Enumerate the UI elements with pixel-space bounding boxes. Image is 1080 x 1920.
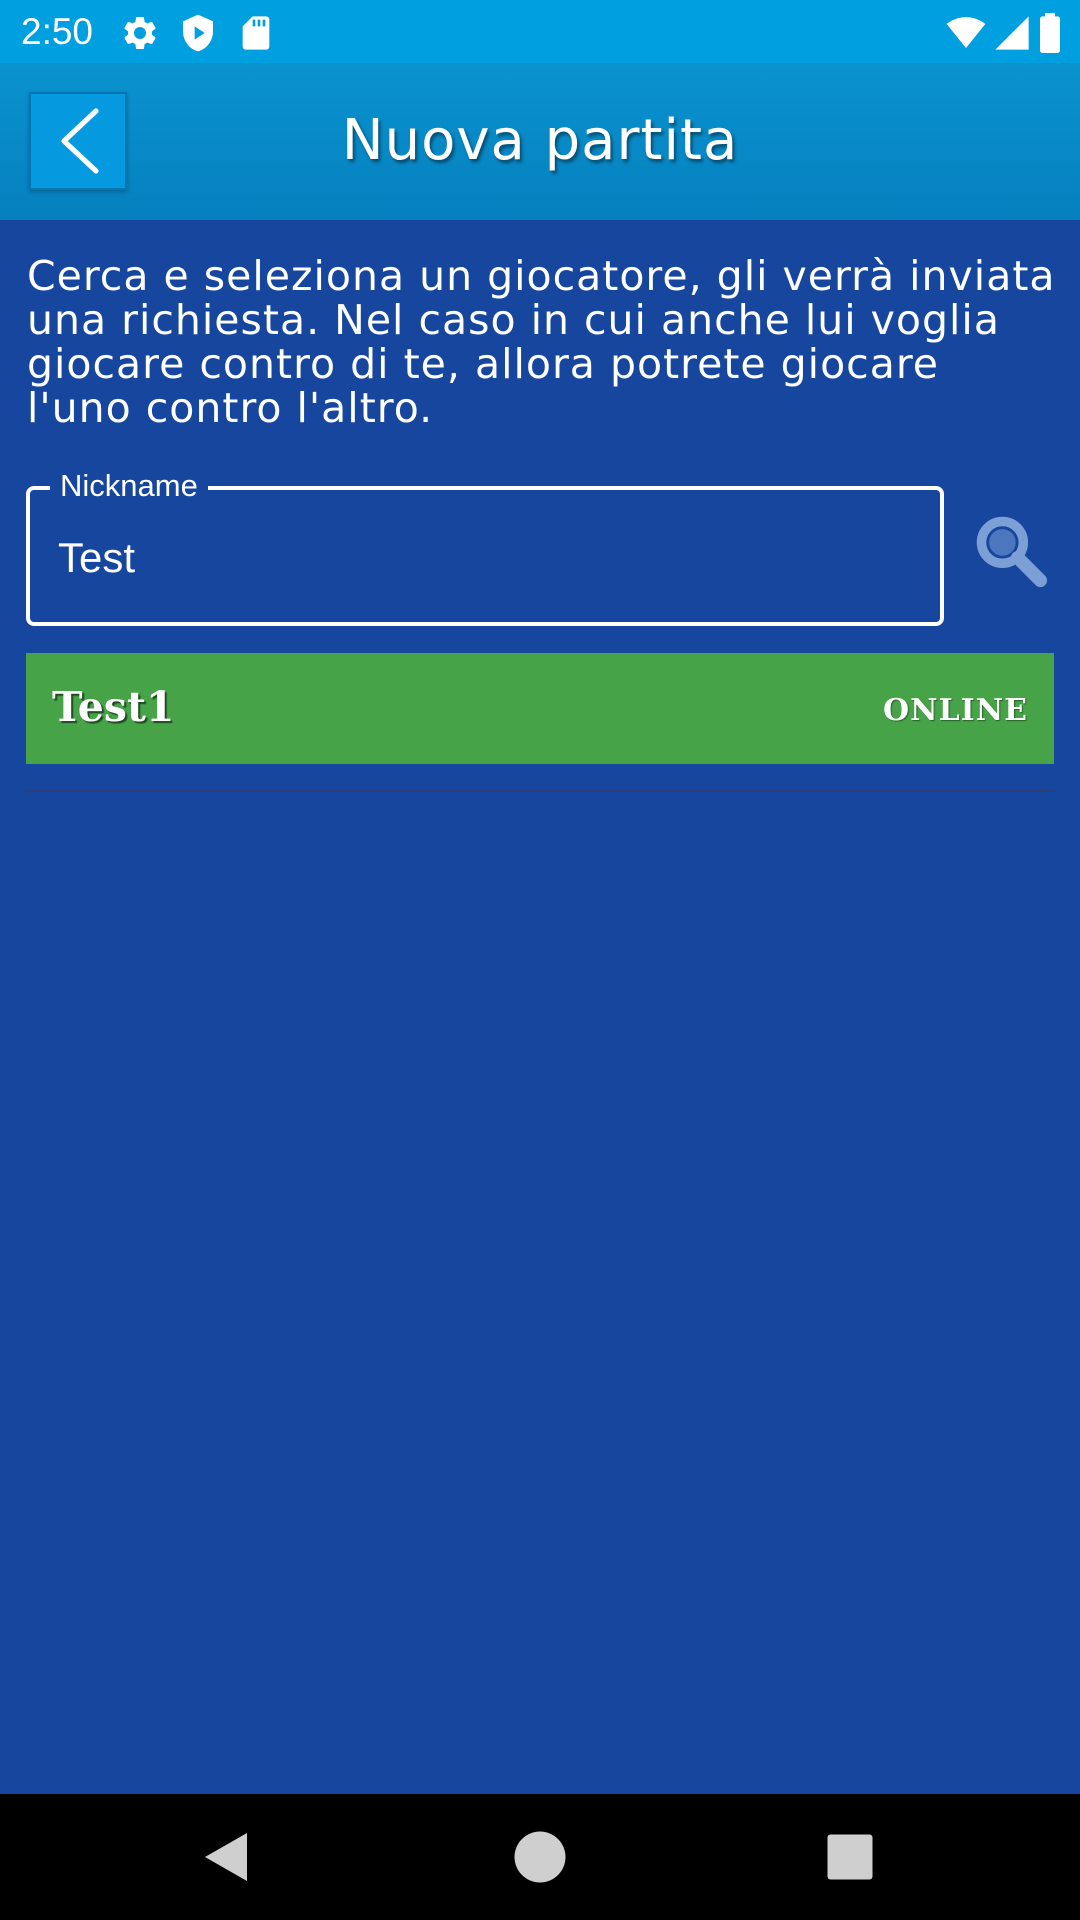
nav-home-button[interactable] (510, 1827, 570, 1887)
player-status-badge: ONLINE (883, 693, 1028, 728)
player-name: Test1 (52, 683, 175, 731)
wifi-icon (944, 13, 988, 53)
gear-icon (120, 13, 160, 53)
nav-recents-button[interactable] (820, 1827, 880, 1887)
app-bar: Nuova partita (0, 63, 1080, 220)
nickname-field[interactable]: Nickname (26, 466, 944, 626)
shield-play-icon (178, 13, 218, 53)
instruction-text: Cerca e seleziona un giocatore, gli verr… (27, 252, 1056, 432)
sd-card-icon (236, 13, 276, 53)
home-circle-icon (514, 1831, 566, 1883)
list-divider (26, 790, 1054, 792)
navigation-bar (0, 1794, 1080, 1920)
nav-back-button[interactable] (196, 1827, 256, 1887)
page-title: Nuova partita (341, 108, 739, 173)
player-list-item[interactable]: Test1 ONLINE (26, 653, 1054, 764)
recents-square-icon (827, 1834, 873, 1880)
battery-icon (1036, 13, 1064, 53)
status-time: 2:50 (21, 11, 94, 52)
nickname-label: Nickname (50, 466, 208, 506)
status-bar: 2:50 (0, 0, 1080, 63)
back-triangle-icon (205, 1833, 247, 1881)
search-icon (976, 516, 1048, 588)
nickname-input[interactable] (58, 530, 908, 586)
search-button[interactable] (972, 512, 1048, 588)
signal-icon (992, 13, 1032, 53)
